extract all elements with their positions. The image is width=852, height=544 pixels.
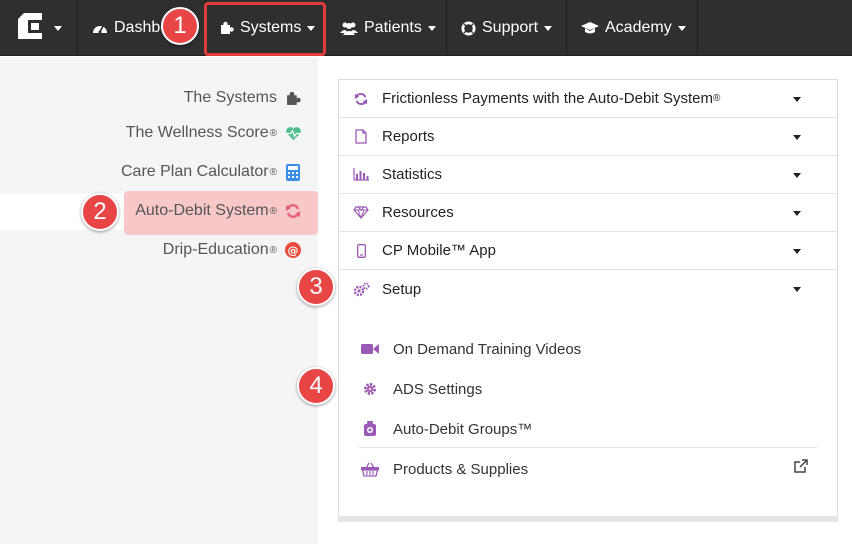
file-icon	[351, 129, 371, 144]
registered-mark: ®	[269, 166, 277, 178]
sidebar-item-care-plan-calculator[interactable]: Care Plan Calculator ®	[121, 157, 303, 187]
accordion-resources[interactable]: Resources	[339, 194, 837, 232]
systems-accordion: Frictionless Payments with the Auto-Debi…	[338, 79, 838, 522]
setup-item-ads-settings[interactable]: ADS Settings	[340, 369, 818, 409]
setup-item-label: Auto-Debit Groups™	[393, 420, 533, 438]
chevron-down-icon	[677, 25, 686, 31]
setup-item-auto-debit-groups[interactable]: Auto-Debit Groups™	[340, 409, 818, 449]
accordion-reports[interactable]: Reports	[339, 118, 837, 156]
accordion-statistics[interactable]: Statistics	[339, 156, 837, 194]
sidebar-item-auto-debit-system[interactable]: Auto-Debit System ®	[135, 196, 303, 226]
puzzle-icon	[283, 91, 303, 106]
divider	[359, 447, 817, 448]
accordion-label: Reports	[382, 128, 435, 145]
accordion-setup[interactable]: Setup	[339, 270, 837, 308]
chevron-down-icon	[427, 25, 436, 31]
step-marker-3: 3	[297, 268, 335, 306]
calculator-icon	[283, 163, 303, 181]
setup-item-products-supplies[interactable]: Products & Supplies	[340, 449, 818, 489]
sidebar-item-wellness-score[interactable]: The Wellness Score ®	[126, 118, 303, 148]
chevron-down-icon	[307, 25, 316, 31]
nav-academy[interactable]: Academy	[567, 0, 698, 56]
sidebar-item-label: The Systems	[183, 89, 277, 106]
chevron-down-icon	[793, 97, 801, 102]
nav-support-label: Support	[482, 19, 539, 36]
setup-item-label: Products & Supplies	[393, 460, 529, 478]
gears-icon	[351, 282, 371, 297]
sidebar-item-drip-education[interactable]: Drip-Education ® @	[163, 235, 303, 265]
accordion-frictionless-payments[interactable]: Frictionless Payments with the Auto-Debi…	[339, 80, 837, 118]
systems-sidebar: The Systems The Wellness Score ® Care Pla…	[0, 57, 318, 544]
registered-mark: ®	[712, 93, 721, 104]
sidebar-item-label: The Wellness Score	[125, 124, 269, 141]
bar-chart-icon	[351, 168, 371, 181]
accordion-cp-mobile-app[interactable]: CP Mobile™ App	[339, 232, 837, 270]
setup-item-label: On Demand Training Videos	[393, 340, 582, 358]
chevron-down-icon	[793, 135, 801, 140]
chevron-down-icon	[54, 25, 62, 31]
basket-icon	[360, 462, 380, 477]
chevron-down-icon	[793, 211, 801, 216]
accordion-label: Setup	[382, 280, 422, 298]
nav-systems-label: Systems	[240, 19, 302, 36]
gear-icon	[360, 382, 380, 396]
refresh-icon	[283, 203, 303, 219]
puzzle-icon	[220, 21, 234, 35]
nav-patients-label: Patients	[364, 19, 422, 36]
accordion-label: Resources	[382, 204, 454, 221]
refresh-icon	[351, 92, 371, 106]
users-icon	[340, 21, 358, 35]
accordion-label: Frictionless Payments with the Auto-Debi…	[382, 90, 713, 107]
logo-icon	[16, 11, 48, 46]
video-camera-icon	[360, 343, 380, 355]
setup-item-label: ADS Settings	[393, 380, 483, 398]
sidebar-item-label: Care Plan Calculator	[121, 163, 269, 180]
registered-mark: ®	[269, 127, 277, 139]
accordion-label: Statistics	[382, 166, 443, 183]
sidebar-item-label: Drip-Education	[162, 241, 269, 258]
step-marker-4: 4	[297, 367, 335, 405]
registered-mark: ®	[269, 244, 277, 256]
logo-menu[interactable]	[0, 0, 78, 56]
chevron-down-icon	[793, 249, 801, 254]
chevron-down-icon	[793, 287, 801, 292]
diamond-icon	[351, 206, 371, 219]
chevron-down-icon	[793, 173, 801, 178]
accordion-label: CP Mobile™ App	[382, 242, 496, 259]
external-link-icon[interactable]	[794, 459, 808, 477]
svg-text:@: @	[288, 244, 299, 257]
nav-support[interactable]: Support	[447, 0, 567, 56]
heartbeat-icon	[283, 126, 303, 141]
tachometer-icon	[92, 21, 108, 35]
graduation-cap-icon	[581, 21, 599, 35]
at-sign-icon: @	[283, 242, 303, 258]
registered-mark: ®	[269, 205, 277, 217]
setup-item-training-videos[interactable]: On Demand Training Videos	[340, 329, 818, 369]
step-marker-2: 2	[81, 193, 119, 231]
top-navbar: Dashboard Systems Patients Support Acade…	[0, 0, 852, 56]
life-ring-icon	[461, 20, 476, 36]
groups-icon	[360, 421, 380, 437]
nav-academy-label: Academy	[605, 19, 672, 36]
sidebar-item-the-systems[interactable]: The Systems	[184, 83, 303, 113]
nav-patients[interactable]: Patients	[326, 0, 447, 56]
nav-systems[interactable]: Systems	[206, 0, 326, 56]
mobile-icon	[351, 243, 371, 258]
sidebar-item-label: Auto-Debit System	[135, 202, 269, 219]
step-marker-1: 1	[161, 7, 199, 45]
accordion-footer	[339, 516, 837, 522]
chevron-down-icon	[544, 25, 553, 31]
